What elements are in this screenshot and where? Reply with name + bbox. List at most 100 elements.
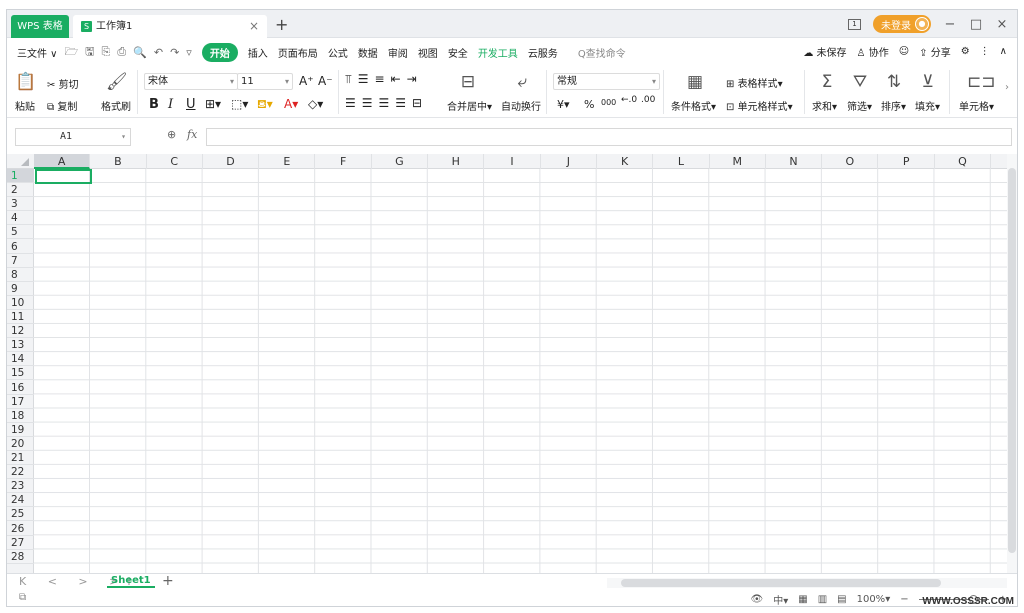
- row-header-7[interactable]: 7: [7, 254, 34, 268]
- increase-decimal-icon[interactable]: ←.0: [621, 95, 637, 105]
- formula-input[interactable]: [206, 128, 1012, 146]
- sum-icon[interactable]: Σ: [817, 72, 837, 92]
- percent-button[interactable]: %: [584, 98, 594, 111]
- ribbon-scroll-right-icon[interactable]: ›: [1005, 82, 1009, 93]
- underline-button[interactable]: U: [186, 97, 196, 112]
- redo-icon[interactable]: ↷: [170, 46, 179, 59]
- vertical-scrollbar[interactable]: [1007, 154, 1017, 573]
- sort-button[interactable]: 排序▾: [881, 98, 906, 113]
- sum-button[interactable]: 求和▾: [812, 98, 837, 113]
- column-header-j[interactable]: J: [541, 154, 597, 169]
- normal-view-icon[interactable]: ▦: [798, 594, 807, 605]
- print-icon[interactable]: ⎙: [117, 45, 126, 59]
- export-icon[interactable]: ⎘: [102, 45, 111, 59]
- layout-icon[interactable]: 1: [848, 18, 861, 30]
- spreadsheet-grid[interactable]: ABCDEFGHIJKLMNOPQ 1 2 3 4 5 6 7 8 9 10 11 12 13 14 15 1…: [7, 154, 1007, 573]
- save-icon[interactable]: 🖫: [85, 43, 94, 62]
- conditional-format-button[interactable]: 条件格式▾: [671, 98, 716, 113]
- filter-icon[interactable]: ⛛: [850, 72, 870, 92]
- cell-area[interactable]: [34, 169, 1007, 573]
- open-icon[interactable]: 🗁: [65, 43, 79, 62]
- row-header-15[interactable]: 15: [7, 366, 34, 381]
- column-header-b[interactable]: B: [90, 154, 147, 169]
- sort-icon[interactable]: ⇅: [884, 72, 904, 92]
- font-shrink-button[interactable]: A⁻: [318, 74, 333, 88]
- column-header-q[interactable]: Q: [935, 154, 992, 169]
- decrease-decimal-icon[interactable]: .00: [641, 95, 655, 105]
- row-header-5[interactable]: 5: [7, 225, 34, 240]
- tab-cloud[interactable]: 云服务: [528, 45, 558, 60]
- font-color-icon[interactable]: A▾: [284, 97, 298, 111]
- font-grow-button[interactable]: A⁺: [299, 74, 314, 88]
- more-icon[interactable]: ⋮: [980, 46, 990, 57]
- tab-formula[interactable]: 公式: [328, 45, 348, 60]
- fill-icon[interactable]: ⊻: [918, 72, 938, 92]
- font-name-select[interactable]: 宋体 ▾: [144, 73, 238, 90]
- new-tab-button[interactable]: +: [275, 15, 288, 35]
- app-tab[interactable]: WPS 表格: [11, 15, 69, 38]
- clear-format-icon[interactable]: ◇▾: [308, 97, 323, 111]
- horizontal-align-icons[interactable]: ☰☰☰☰⊟: [345, 96, 428, 110]
- column-header-d[interactable]: D: [203, 154, 260, 169]
- cell-style-button[interactable]: ⊡ 单元格样式▾: [726, 98, 793, 113]
- command-search[interactable]: Q查找命令: [578, 45, 626, 60]
- close-tab-icon[interactable]: ×: [249, 15, 259, 38]
- tab-view[interactable]: 视图: [418, 45, 438, 60]
- copy-button[interactable]: ⧉ 复制: [47, 98, 77, 113]
- wrap-text-button[interactable]: 自动换行: [501, 98, 541, 113]
- column-header-i[interactable]: I: [484, 154, 541, 169]
- row-header-23[interactable]: 23: [7, 479, 34, 494]
- macro-record-icon[interactable]: ⧉: [19, 592, 26, 603]
- document-tab[interactable]: S 工作簿1 ×: [73, 15, 267, 38]
- vertical-align-icons[interactable]: ⫪☰≡⇤⇥: [345, 72, 423, 87]
- unsaved-button[interactable]: ☁ 未保存: [803, 44, 846, 59]
- row-header-12[interactable]: 12: [7, 324, 34, 339]
- row-header-8[interactable]: 8: [7, 268, 34, 282]
- conditional-format-icon[interactable]: ▦: [685, 72, 705, 92]
- zoom-level[interactable]: 100%▾: [857, 594, 891, 605]
- name-box[interactable]: A1 ▾: [15, 128, 131, 146]
- preview-icon[interactable]: 🔍: [133, 46, 147, 59]
- format-painter-button[interactable]: 格式刷: [101, 98, 131, 113]
- row-header-3[interactable]: 3: [7, 197, 34, 212]
- wrap-text-icon[interactable]: ⤶: [512, 72, 532, 92]
- font-size-select[interactable]: 11 ▾: [237, 73, 293, 90]
- row-header-2[interactable]: 2: [7, 183, 34, 198]
- row-header-25[interactable]: 25: [7, 507, 34, 522]
- menu-file[interactable]: 三文件 ∨: [17, 45, 58, 60]
- row-header-28[interactable]: 28: [7, 550, 34, 564]
- italic-button[interactable]: I: [168, 97, 173, 112]
- column-header-h[interactable]: H: [428, 154, 485, 169]
- row-header-27[interactable]: 27: [7, 536, 34, 550]
- tab-developer[interactable]: 开发工具: [478, 45, 518, 60]
- maximize-button[interactable]: □: [969, 17, 983, 32]
- row-header-1[interactable]: 1: [7, 169, 34, 183]
- thousands-button[interactable]: 000: [601, 98, 616, 107]
- column-header-a[interactable]: A: [34, 154, 91, 169]
- add-sheet-button[interactable]: +: [162, 573, 174, 589]
- merge-center-icon[interactable]: ⊟: [458, 72, 478, 92]
- active-cell[interactable]: [35, 169, 92, 184]
- login-button[interactable]: 未登录 ●: [873, 15, 931, 33]
- row-header-16[interactable]: 16: [7, 381, 34, 395]
- eye-protection-icon[interactable]: 👁: [751, 594, 764, 605]
- vertical-scroll-thumb[interactable]: [1008, 168, 1016, 553]
- settings-icon[interactable]: ⚙: [961, 46, 970, 57]
- tab-review[interactable]: 审阅: [388, 45, 408, 60]
- bold-button[interactable]: B: [149, 97, 159, 112]
- language-icon[interactable]: 中▾: [773, 592, 788, 606]
- function-icon[interactable]: fx: [187, 128, 197, 141]
- column-header-m[interactable]: M: [710, 154, 766, 169]
- currency-button[interactable]: ¥▾: [557, 98, 570, 111]
- row-header-14[interactable]: 14: [7, 352, 34, 367]
- page-break-view-icon[interactable]: ▤: [837, 594, 846, 605]
- row-header-9[interactable]: 9: [7, 282, 34, 296]
- column-header-o[interactable]: O: [822, 154, 879, 169]
- number-format-select[interactable]: 常规 ▾: [553, 73, 660, 90]
- row-header-20[interactable]: 20: [7, 437, 34, 451]
- row-header-6[interactable]: 6: [7, 240, 34, 254]
- row-header-17[interactable]: 17: [7, 395, 34, 409]
- quick-access-dropdown-icon[interactable]: ▿: [186, 46, 192, 59]
- row-header-21[interactable]: 21: [7, 451, 34, 465]
- row-header-19[interactable]: 19: [7, 423, 34, 437]
